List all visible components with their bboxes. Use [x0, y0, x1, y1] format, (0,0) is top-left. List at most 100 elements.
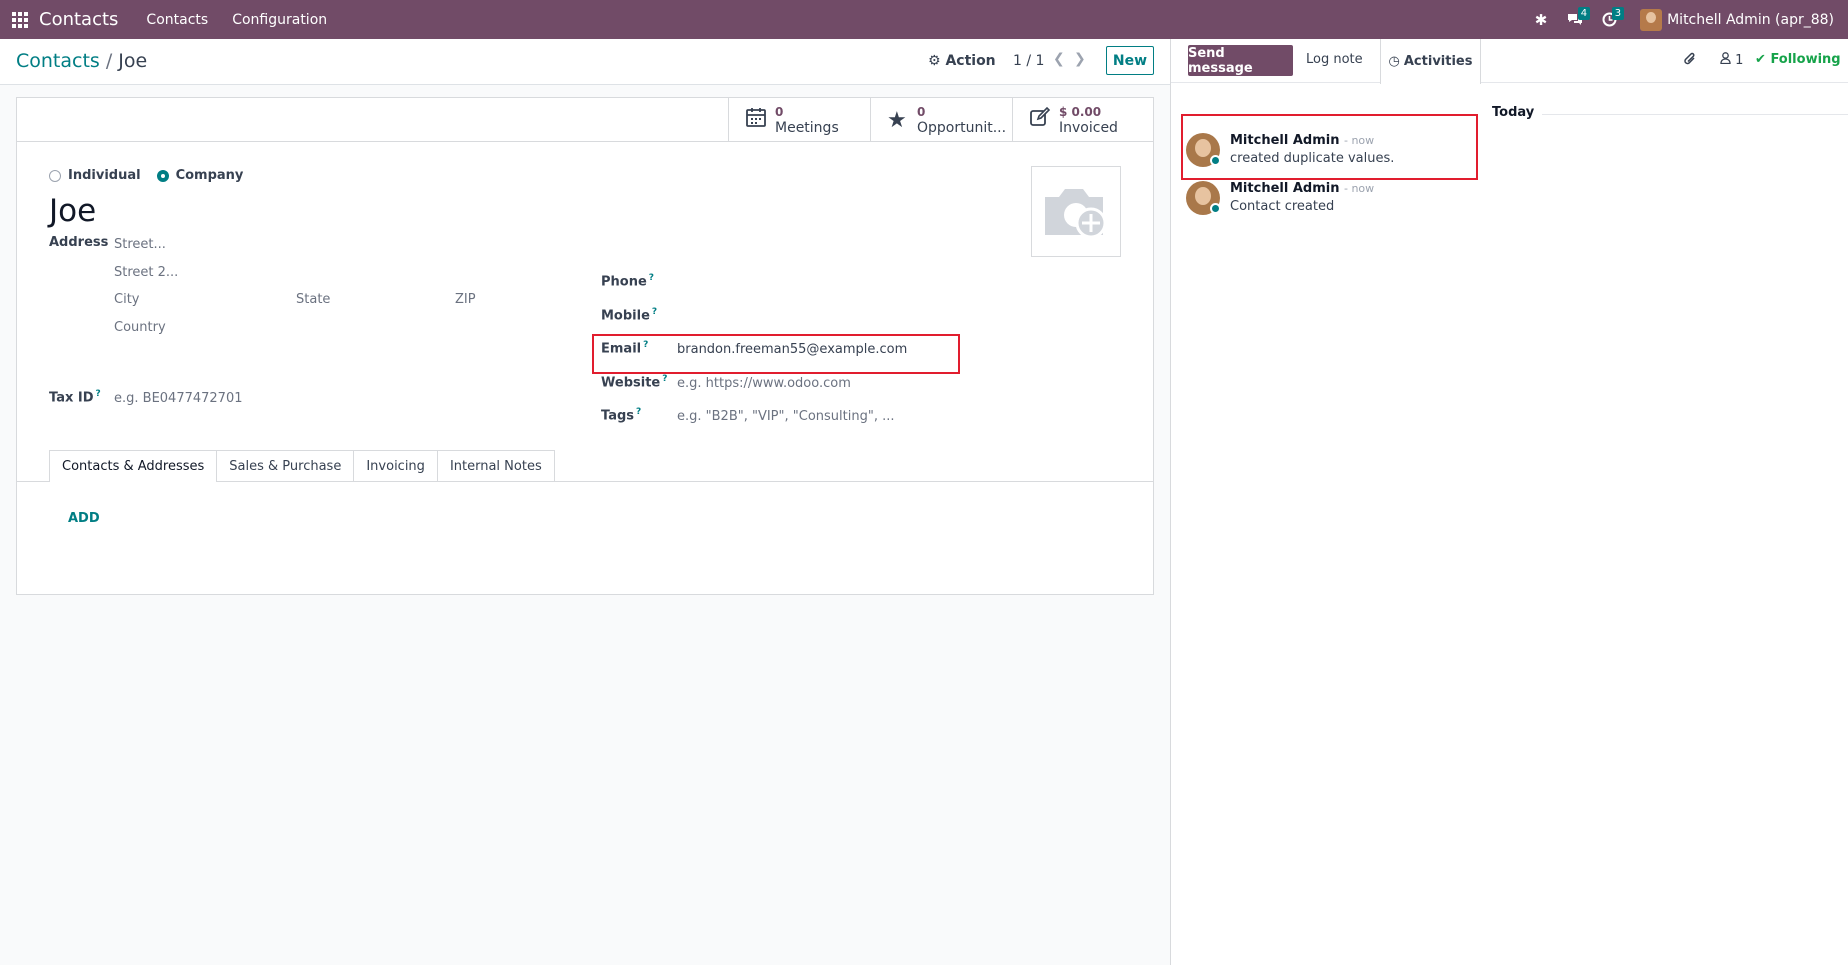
- messages-icon[interactable]: 4: [1558, 0, 1592, 39]
- message-time: - now: [1343, 182, 1375, 195]
- pager-next-icon[interactable]: ❯: [1074, 51, 1086, 67]
- apps-menu-icon[interactable]: [0, 0, 39, 39]
- phone-help-icon[interactable]: ?: [649, 273, 654, 283]
- clock-icon: ◷: [1388, 54, 1400, 69]
- state-input[interactable]: State: [296, 292, 330, 307]
- smart-buttons-bar: 0 Meetings ★ 0 Opportunit... $ 0.00 Invo…: [17, 98, 1153, 142]
- company-type-selector: Individual Company: [49, 168, 259, 183]
- breadcrumb-separator: /: [105, 50, 113, 72]
- log-note-button[interactable]: Log note: [1306, 52, 1363, 67]
- invoiced-amount: $ 0.00: [1059, 105, 1102, 119]
- control-panel: Contacts / Joe ⚙ Action 1 / 1 ❮ ❯ New: [0, 39, 1170, 85]
- tab-invoicing[interactable]: Invoicing: [353, 450, 438, 481]
- user-icon: [1720, 52, 1735, 68]
- following-button[interactable]: ✔ Following: [1755, 52, 1841, 67]
- calendar-icon: [745, 106, 775, 134]
- meetings-label: Meetings: [775, 120, 839, 136]
- following-label: Following: [1770, 52, 1841, 67]
- activities-label: Activities: [1403, 54, 1473, 69]
- menu-contacts[interactable]: Contacts: [146, 12, 208, 28]
- debug-bug-icon[interactable]: ✱: [1524, 0, 1558, 39]
- pager-value[interactable]: 1 / 1: [1013, 53, 1044, 69]
- message-body: Contact created: [1230, 199, 1335, 214]
- new-button[interactable]: New: [1106, 46, 1154, 75]
- opportunities-count: 0: [917, 105, 926, 119]
- country-input[interactable]: Country: [114, 320, 166, 335]
- website-label-text: Website: [601, 375, 661, 391]
- phone-label: Phone?: [601, 273, 654, 289]
- user-avatar[interactable]: [1640, 8, 1663, 31]
- chatter-panel: Send message Log note ◷ Activities 1 ✔ F…: [1170, 39, 1848, 965]
- breadcrumb-current: Joe: [118, 50, 148, 72]
- tags-label: Tags?: [601, 407, 641, 423]
- gear-icon: ⚙: [928, 53, 941, 69]
- tab-contacts-addresses[interactable]: Contacts & Addresses: [49, 450, 218, 482]
- meetings-count: 0: [775, 105, 784, 119]
- menu-configuration[interactable]: Configuration: [232, 12, 327, 28]
- tags-help-icon[interactable]: ?: [636, 407, 641, 417]
- messages-badge: 4: [1577, 7, 1591, 20]
- message-author[interactable]: Mitchell Admin - now: [1230, 181, 1374, 196]
- website-input[interactable]: e.g. https://www.odoo.com: [677, 376, 851, 391]
- individual-radio[interactable]: [49, 169, 61, 182]
- camera-plus-icon[interactable]: [1031, 166, 1121, 257]
- online-status-icon: [1210, 155, 1221, 166]
- tax-id-input[interactable]: e.g. BE0477472701: [114, 391, 243, 406]
- mobile-help-icon[interactable]: ?: [652, 307, 657, 317]
- website-label: Website?: [601, 374, 667, 390]
- tab-sales-purchase[interactable]: Sales & Purchase: [216, 450, 355, 481]
- online-status-icon: [1210, 203, 1221, 214]
- app-name[interactable]: Contacts: [39, 9, 118, 30]
- pager-previous-icon[interactable]: ❮: [1053, 51, 1065, 67]
- notebook-tabs: Contacts & Addresses Sales & Purchase In…: [49, 450, 555, 482]
- opportunities-smart-button[interactable]: ★ 0 Opportunit...: [870, 98, 1012, 142]
- tags-input[interactable]: e.g. "B2B", "VIP", "Consulting", ...: [677, 409, 894, 424]
- user-menu[interactable]: Mitchell Admin (apr_88): [1667, 12, 1834, 28]
- mobile-label-text: Mobile: [601, 308, 650, 324]
- action-button[interactable]: ⚙ Action: [928, 53, 996, 69]
- breadcrumb-contacts-link[interactable]: Contacts: [16, 50, 100, 72]
- activities-button[interactable]: ◷ Activities: [1380, 39, 1481, 84]
- paperclip-icon[interactable]: [1683, 51, 1697, 71]
- followers-count: 1: [1735, 53, 1744, 68]
- breadcrumb: Contacts / Joe: [16, 50, 147, 72]
- chatter-topbar: Send message Log note ◷ Activities 1 ✔ F…: [1171, 39, 1848, 84]
- individual-radio-label[interactable]: Individual: [68, 168, 141, 183]
- opportunities-label: Opportunit...: [917, 120, 1007, 136]
- date-separator-line: [1541, 114, 1848, 115]
- message-highlight-box: [1181, 114, 1478, 180]
- tax-id-help-icon[interactable]: ?: [96, 389, 101, 399]
- send-message-button[interactable]: Send message: [1188, 45, 1293, 76]
- company-radio[interactable]: [156, 169, 169, 182]
- tax-id-label-text: Tax ID: [49, 390, 94, 406]
- address-label: Address: [49, 235, 109, 250]
- mobile-label: Mobile?: [601, 307, 657, 323]
- invoiced-label: Invoiced: [1059, 120, 1118, 136]
- activities-badge: 3: [1611, 7, 1625, 20]
- tax-id-label: Tax ID?: [49, 389, 101, 405]
- email-highlight-box: [592, 334, 960, 374]
- invoiced-smart-button[interactable]: $ 0.00 Invoiced: [1012, 98, 1153, 142]
- top-navbar: Contacts Contacts Configuration ✱ 4 3 Mi…: [0, 0, 1848, 39]
- followers-button[interactable]: 1: [1720, 52, 1743, 68]
- street2-input[interactable]: Street 2...: [114, 265, 178, 280]
- check-icon: ✔: [1755, 52, 1766, 67]
- website-help-icon[interactable]: ?: [662, 374, 667, 384]
- contact-name-field[interactable]: Joe: [49, 193, 96, 229]
- form-sheet: 0 Meetings ★ 0 Opportunit... $ 0.00 Invo…: [16, 97, 1154, 595]
- action-label: Action: [945, 53, 996, 69]
- star-icon: ★: [887, 107, 907, 133]
- message-author-name: Mitchell Admin: [1230, 181, 1340, 196]
- tab-internal-notes[interactable]: Internal Notes: [436, 450, 555, 481]
- city-input[interactable]: City: [114, 292, 139, 307]
- street-input[interactable]: Street...: [114, 237, 166, 252]
- add-contact-link[interactable]: ADD: [68, 511, 100, 526]
- meetings-smart-button[interactable]: 0 Meetings: [728, 98, 870, 142]
- edit-icon: [1029, 106, 1059, 134]
- date-separator: Today: [1492, 105, 1543, 120]
- company-radio-label[interactable]: Company: [176, 168, 244, 183]
- zip-input[interactable]: ZIP: [455, 292, 476, 307]
- phone-label-text: Phone: [601, 274, 647, 290]
- tags-label-text: Tags: [601, 408, 635, 424]
- activities-clock-icon[interactable]: 3: [1592, 0, 1626, 39]
